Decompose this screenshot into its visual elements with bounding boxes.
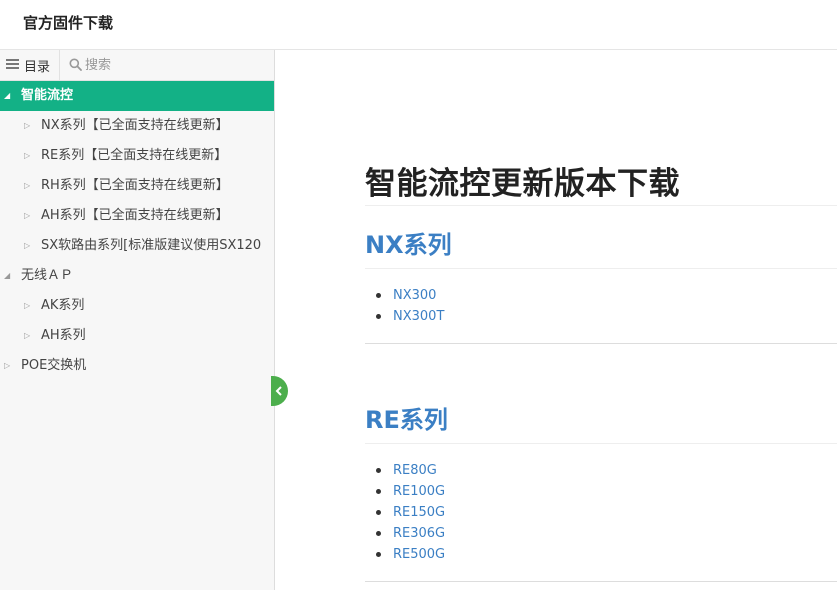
sidebar-item-label: AH系列	[41, 328, 86, 343]
site-title: 官方固件下载	[23, 14, 114, 32]
firmware-link[interactable]: RE500G	[393, 547, 445, 562]
title-divider	[365, 205, 837, 206]
triangle-right-icon[interactable]: ▷	[24, 291, 30, 321]
search-icon	[69, 58, 82, 71]
sidebar-item-label: 智能流控	[21, 88, 74, 103]
main-content: 智能流控更新版本下载 NX系列 NX300 NX300T RE系列 RE80G RE100…	[365, 50, 837, 590]
triangle-right-icon[interactable]: ▷	[4, 351, 10, 381]
list-item: RE500G	[375, 544, 445, 565]
firmware-link[interactable]: RE150G	[393, 505, 445, 520]
section-end-divider	[365, 581, 837, 582]
sidebar-toolbar: 目录	[0, 50, 274, 81]
search-input[interactable]	[85, 54, 265, 76]
search-box[interactable]	[61, 50, 274, 80]
sidebar-item[interactable]: ▷ NX系列【已全面支持在线更新】	[0, 111, 274, 141]
top-bar: 官方固件下载	[0, 0, 837, 50]
chevron-left-icon	[275, 386, 282, 396]
sidebar-item[interactable]: ▷ SX软路由系列[标准版建议使用SX120	[0, 231, 274, 261]
list-item: RE306G	[375, 523, 445, 544]
firmware-link[interactable]: RE100G	[393, 484, 445, 499]
sidebar-item-label: SX软路由系列[标准版建议使用SX120	[41, 238, 262, 253]
list-item: RE150G	[375, 502, 445, 523]
sidebar-item[interactable]: ▷ AK系列	[0, 291, 274, 321]
sidebar-item[interactable]: ▷ AH系列【已全面支持在线更新】	[0, 201, 274, 231]
toc-label: 目录	[24, 60, 51, 75]
sidebar-item[interactable]: ◢ 无线ＡＰ	[0, 261, 274, 291]
triangle-right-icon[interactable]: ▷	[24, 321, 30, 351]
section-heading: NX系列	[365, 231, 452, 259]
sidebar-item-label: 无线ＡＰ	[21, 268, 74, 283]
sidebar-item[interactable]: ▷ AH系列	[0, 321, 274, 351]
section-divider	[365, 443, 837, 444]
triangle-right-icon[interactable]: ▷	[24, 171, 30, 201]
section-heading: RE系列	[365, 406, 448, 434]
sidebar-item[interactable]: ▷ RH系列【已全面支持在线更新】	[0, 171, 274, 201]
sidebar-item[interactable]: ▷ RE系列【已全面支持在线更新】	[0, 141, 274, 171]
triangle-right-icon[interactable]: ▷	[24, 231, 30, 261]
page-title: 智能流控更新版本下载	[365, 166, 680, 202]
sidebar-item[interactable]: ◢ 智能流控	[0, 81, 274, 111]
sidebar-item-label: AH系列【已全面支持在线更新】	[41, 208, 229, 223]
sidebar-collapse-button[interactable]	[271, 376, 288, 406]
firmware-link[interactable]: NX300	[393, 288, 436, 303]
download-link-list: RE80G RE100G RE150G RE306G RE500G	[375, 460, 445, 565]
sidebar-item-label: RE系列【已全面支持在线更新】	[41, 148, 228, 163]
sidebar-item-label: NX系列【已全面支持在线更新】	[41, 118, 229, 133]
triangle-right-icon[interactable]: ▷	[24, 201, 30, 231]
firmware-link[interactable]: NX300T	[393, 309, 444, 324]
section-end-divider	[365, 343, 837, 344]
menu-icon	[6, 59, 19, 70]
triangle-right-icon[interactable]: ▷	[24, 111, 30, 141]
list-item: NX300	[375, 285, 444, 306]
triangle-down-icon[interactable]: ◢	[4, 81, 10, 111]
toc-tree: ◢ 智能流控 ▷ NX系列【已全面支持在线更新】 ▷ RE系列【已全面支持在线更新】 ▷ RH…	[0, 81, 274, 381]
sidebar: 目录 ◢ 智能流控 ▷ NX系列【已全面支持在线更新】 ▷ RE系列【已全面支持在线更新】…	[0, 50, 275, 590]
list-item: RE100G	[375, 481, 445, 502]
list-item: NX300T	[375, 306, 444, 327]
download-link-list: NX300 NX300T	[375, 285, 444, 327]
section-divider	[365, 268, 837, 269]
sidebar-item[interactable]: ▷ POE交换机	[0, 351, 274, 381]
triangle-right-icon[interactable]: ▷	[24, 141, 30, 171]
firmware-link[interactable]: RE306G	[393, 526, 445, 541]
toc-button[interactable]: 目录	[0, 50, 60, 80]
sidebar-item-label: POE交换机	[21, 358, 87, 373]
triangle-down-icon[interactable]: ◢	[4, 261, 10, 291]
sidebar-item-label: AK系列	[41, 298, 85, 313]
list-item: RE80G	[375, 460, 445, 481]
sidebar-item-label: RH系列【已全面支持在线更新】	[41, 178, 229, 193]
firmware-link[interactable]: RE80G	[393, 463, 437, 478]
